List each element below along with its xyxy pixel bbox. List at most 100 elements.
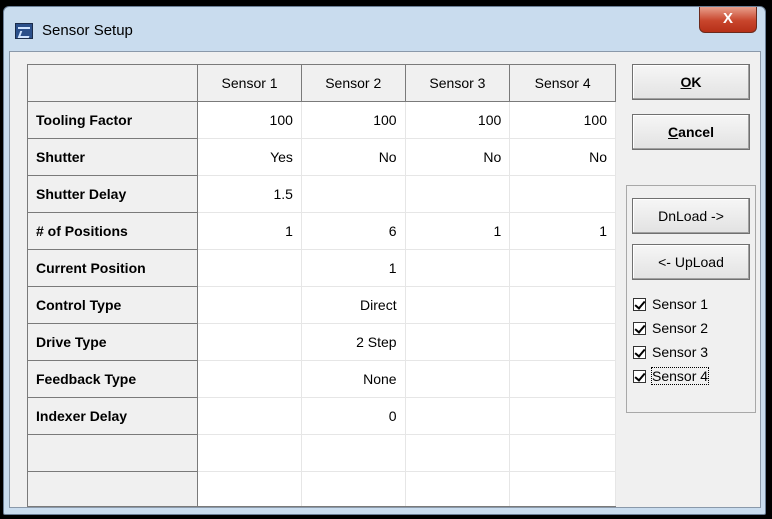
grid-cell[interactable]: No [405, 138, 511, 176]
grid-cell[interactable] [405, 471, 511, 506]
grid-cell[interactable] [301, 175, 406, 213]
grid-cell[interactable] [405, 175, 511, 213]
table-row: Feedback Type None [28, 360, 616, 398]
transfer-group: DnLoad -> <- UpLoad Sensor 1 Sensor 2 Se… [626, 185, 756, 413]
column-header: Sensor 4 [509, 65, 616, 102]
grid-cell[interactable] [197, 471, 302, 506]
grid-cell[interactable]: 2 Step [301, 323, 406, 361]
column-header: Sensor 1 [197, 65, 302, 102]
grid-cell[interactable] [405, 434, 511, 472]
checkbox-label: Sensor 3 [652, 344, 709, 360]
grid-cell[interactable] [405, 249, 511, 287]
cancel-button[interactable]: Cancel [632, 114, 750, 150]
grid-corner [28, 65, 199, 102]
grid-cell[interactable] [509, 249, 616, 287]
header-row: Sensor 1 Sensor 2 Sensor 3 Sensor 4 [28, 65, 616, 102]
cancel-label: ancel [678, 124, 714, 140]
row-header: Tooling Factor [28, 101, 199, 139]
table-row [28, 434, 616, 472]
grid-cell[interactable]: 6 [301, 212, 406, 250]
grid-cell[interactable] [405, 286, 511, 324]
cancel-accelerator: C [668, 124, 679, 140]
table-row: Indexer Delay 0 [28, 397, 616, 435]
dialog-client-area: Sensor 1 Sensor 2 Sensor 3 Sensor 4 Tool… [9, 51, 761, 508]
grid-cell[interactable] [197, 434, 302, 472]
window-title: Sensor Setup [42, 22, 133, 39]
grid-cell[interactable]: 0 [301, 397, 406, 435]
grid-cell[interactable]: 100 [301, 101, 406, 139]
grid-cell[interactable] [301, 434, 406, 472]
grid-cell[interactable]: 100 [509, 101, 616, 139]
checkbox-label: Sensor 2 [652, 320, 709, 336]
sensor-1-checkbox[interactable]: Sensor 1 [633, 293, 708, 315]
grid-cell[interactable] [405, 397, 511, 435]
checkbox-label: Sensor 4 [650, 367, 710, 385]
grid-cell[interactable] [197, 286, 302, 324]
ok-button[interactable]: OK [632, 64, 750, 100]
table-row: Shutter Delay 1.5 [28, 175, 616, 213]
grid-cell[interactable] [509, 286, 616, 324]
sensor-setup-dialog: Sensor Setup X Sensor 1 Sensor 2 Sensor … [3, 6, 766, 515]
grid-cell[interactable]: Direct [301, 286, 406, 324]
upload-button[interactable]: <- UpLoad [632, 244, 750, 280]
column-header: Sensor 3 [405, 65, 511, 102]
checkbox-checked-icon [633, 346, 646, 359]
row-header: Shutter [28, 138, 199, 176]
table-row [28, 471, 616, 506]
table-row: Drive Type 2 Step [28, 323, 616, 361]
row-header [28, 434, 199, 472]
grid-cell[interactable] [509, 434, 616, 472]
sensor-grid[interactable]: Sensor 1 Sensor 2 Sensor 3 Sensor 4 Tool… [27, 64, 616, 507]
checkbox-checked-icon [633, 298, 646, 311]
sensor-2-checkbox[interactable]: Sensor 2 [633, 317, 708, 339]
grid-cell[interactable] [301, 471, 406, 506]
title-bar[interactable]: Sensor Setup X [4, 7, 765, 55]
download-button[interactable]: DnLoad -> [632, 198, 750, 234]
table-row: Control Type Direct [28, 286, 616, 324]
grid-cell[interactable] [197, 249, 302, 287]
row-header: Drive Type [28, 323, 199, 361]
grid-cell[interactable] [197, 360, 302, 398]
grid-cell[interactable]: Yes [197, 138, 302, 176]
ok-accelerator: O [680, 74, 692, 90]
sensor-table: Sensor 1 Sensor 2 Sensor 3 Sensor 4 Tool… [28, 65, 616, 506]
grid-cell[interactable] [509, 397, 616, 435]
checkbox-checked-icon [633, 370, 646, 383]
checkbox-label: Sensor 1 [652, 296, 709, 312]
row-header: Indexer Delay [28, 397, 199, 435]
grid-cell[interactable]: 100 [197, 101, 302, 139]
ok-label: K [691, 74, 702, 90]
sensor-3-checkbox[interactable]: Sensor 3 [633, 341, 708, 363]
row-header [28, 471, 199, 506]
grid-cell[interactable]: No [509, 138, 616, 176]
table-row: Current Position 1 [28, 249, 616, 287]
grid-cell[interactable] [509, 471, 616, 506]
app-icon [15, 23, 33, 39]
grid-cell[interactable]: No [301, 138, 406, 176]
grid-cell[interactable] [197, 397, 302, 435]
screen-frame: Sensor Setup X Sensor 1 Sensor 2 Sensor … [0, 0, 772, 519]
grid-cell[interactable]: 100 [405, 101, 511, 139]
grid-cell[interactable]: 1.5 [197, 175, 302, 213]
table-row: Shutter Yes No No No [28, 138, 616, 176]
grid-cell[interactable] [405, 360, 511, 398]
grid-cell[interactable]: None [301, 360, 406, 398]
row-header: Shutter Delay [28, 175, 199, 213]
grid-cell[interactable]: 1 [509, 212, 616, 250]
grid-cell[interactable] [405, 323, 511, 361]
sensor-4-checkbox[interactable]: Sensor 4 [633, 365, 710, 387]
grid-cell[interactable] [509, 175, 616, 213]
grid-cell[interactable]: 1 [197, 212, 302, 250]
row-header: # of Positions [28, 212, 199, 250]
grid-cell[interactable] [197, 323, 302, 361]
close-button[interactable]: X [699, 7, 757, 33]
grid-cell[interactable] [509, 323, 616, 361]
table-row: # of Positions 1 6 1 1 [28, 212, 616, 250]
column-header: Sensor 2 [301, 65, 406, 102]
row-header: Control Type [28, 286, 199, 324]
grid-cell[interactable] [509, 360, 616, 398]
checkbox-checked-icon [633, 322, 646, 335]
grid-cell[interactable]: 1 [301, 249, 406, 287]
grid-cell[interactable]: 1 [405, 212, 511, 250]
table-row: Tooling Factor 100 100 100 100 [28, 101, 616, 139]
